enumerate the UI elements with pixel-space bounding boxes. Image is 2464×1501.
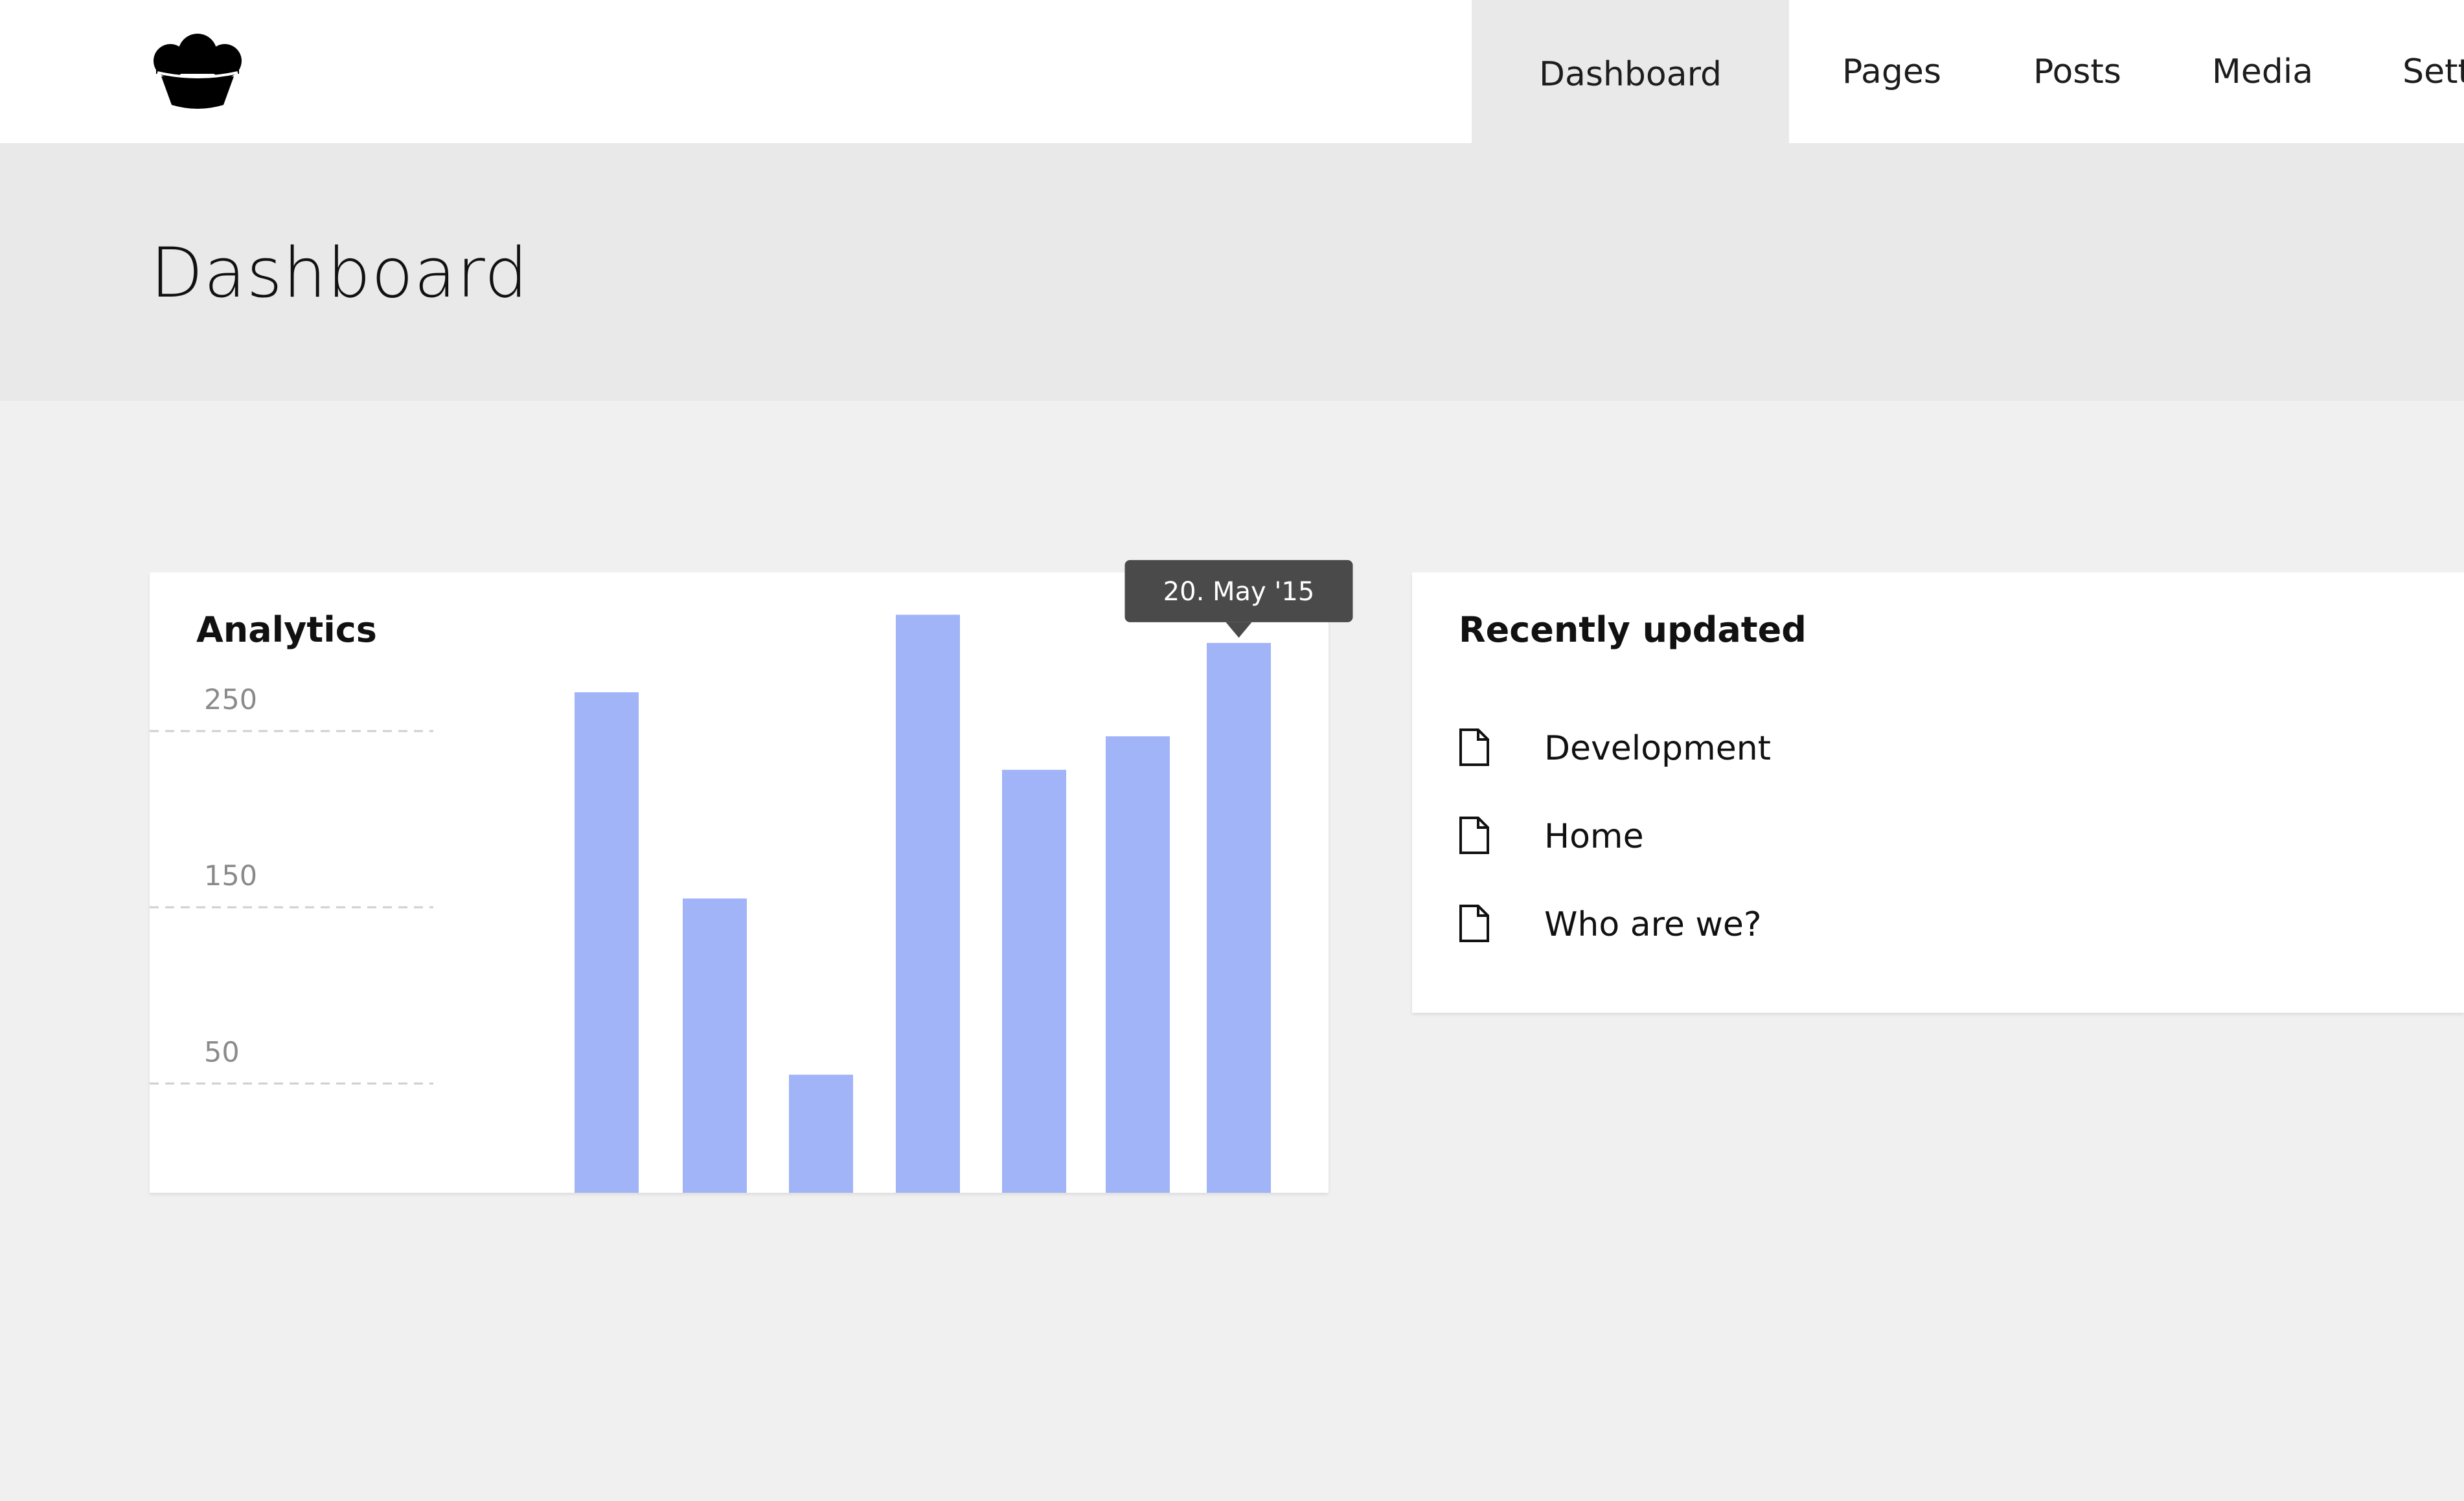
- nav-item-settings[interactable]: Setti: [2358, 0, 2464, 143]
- recently-updated-title: Recently updated: [1459, 609, 1807, 650]
- analytics-card: Analytics 50 150 250 20. May '15: [150, 559, 1353, 1193]
- recent-item-link[interactable]: Home: [1544, 818, 1644, 855]
- nav-item-dashboard[interactable]: Dashboard: [1472, 0, 1789, 143]
- recent-item-link[interactable]: Development: [1544, 730, 1771, 767]
- chart-bar[interactable]: [789, 1074, 853, 1193]
- y-tick-label: 250: [204, 684, 257, 716]
- list-item[interactable]: Home: [1459, 817, 1644, 907]
- chart-bar[interactable]: [1207, 642, 1271, 1193]
- list-item[interactable]: Who are we?: [1459, 905, 1761, 995]
- chart-tooltip: 20. May '15: [1124, 559, 1353, 638]
- recent-item-link[interactable]: Who are we?: [1544, 906, 1761, 943]
- nav-item-media[interactable]: Media: [2167, 0, 2358, 143]
- y-tick-label: 50: [204, 1036, 240, 1068]
- nav-item-posts[interactable]: Posts: [1987, 0, 2167, 143]
- recently-updated-card: Recently updated Development Home Who ar…: [1412, 572, 2464, 1013]
- chart-bar[interactable]: [683, 898, 747, 1193]
- recently-updated-list: Development Home Who are we?: [1459, 728, 1771, 995]
- document-icon: [1459, 905, 1489, 942]
- page-title: Dashboard: [150, 233, 529, 313]
- cupcake-logo-icon[interactable]: [152, 34, 243, 109]
- chart-bar[interactable]: [1002, 769, 1066, 1193]
- document-icon: [1459, 728, 1489, 766]
- y-tick-label: 150: [204, 860, 257, 892]
- top-header: Dashboard Pages Posts Media Setti: [0, 0, 2464, 143]
- analytics-bar-chart: 50 150 250 20. May '15: [150, 559, 1353, 1193]
- document-icon: [1459, 817, 1489, 854]
- page-title-band: Dashboard: [0, 143, 2464, 401]
- chart-bar[interactable]: [896, 615, 960, 1193]
- main-nav: Dashboard Pages Posts Media Setti: [1472, 0, 2464, 143]
- chart-bar[interactable]: [1106, 736, 1170, 1193]
- tooltip-label: 20. May '15: [1163, 577, 1315, 607]
- chart-bar[interactable]: [575, 692, 639, 1193]
- list-item[interactable]: Development: [1459, 728, 1771, 818]
- nav-item-pages[interactable]: Pages: [1789, 0, 1987, 143]
